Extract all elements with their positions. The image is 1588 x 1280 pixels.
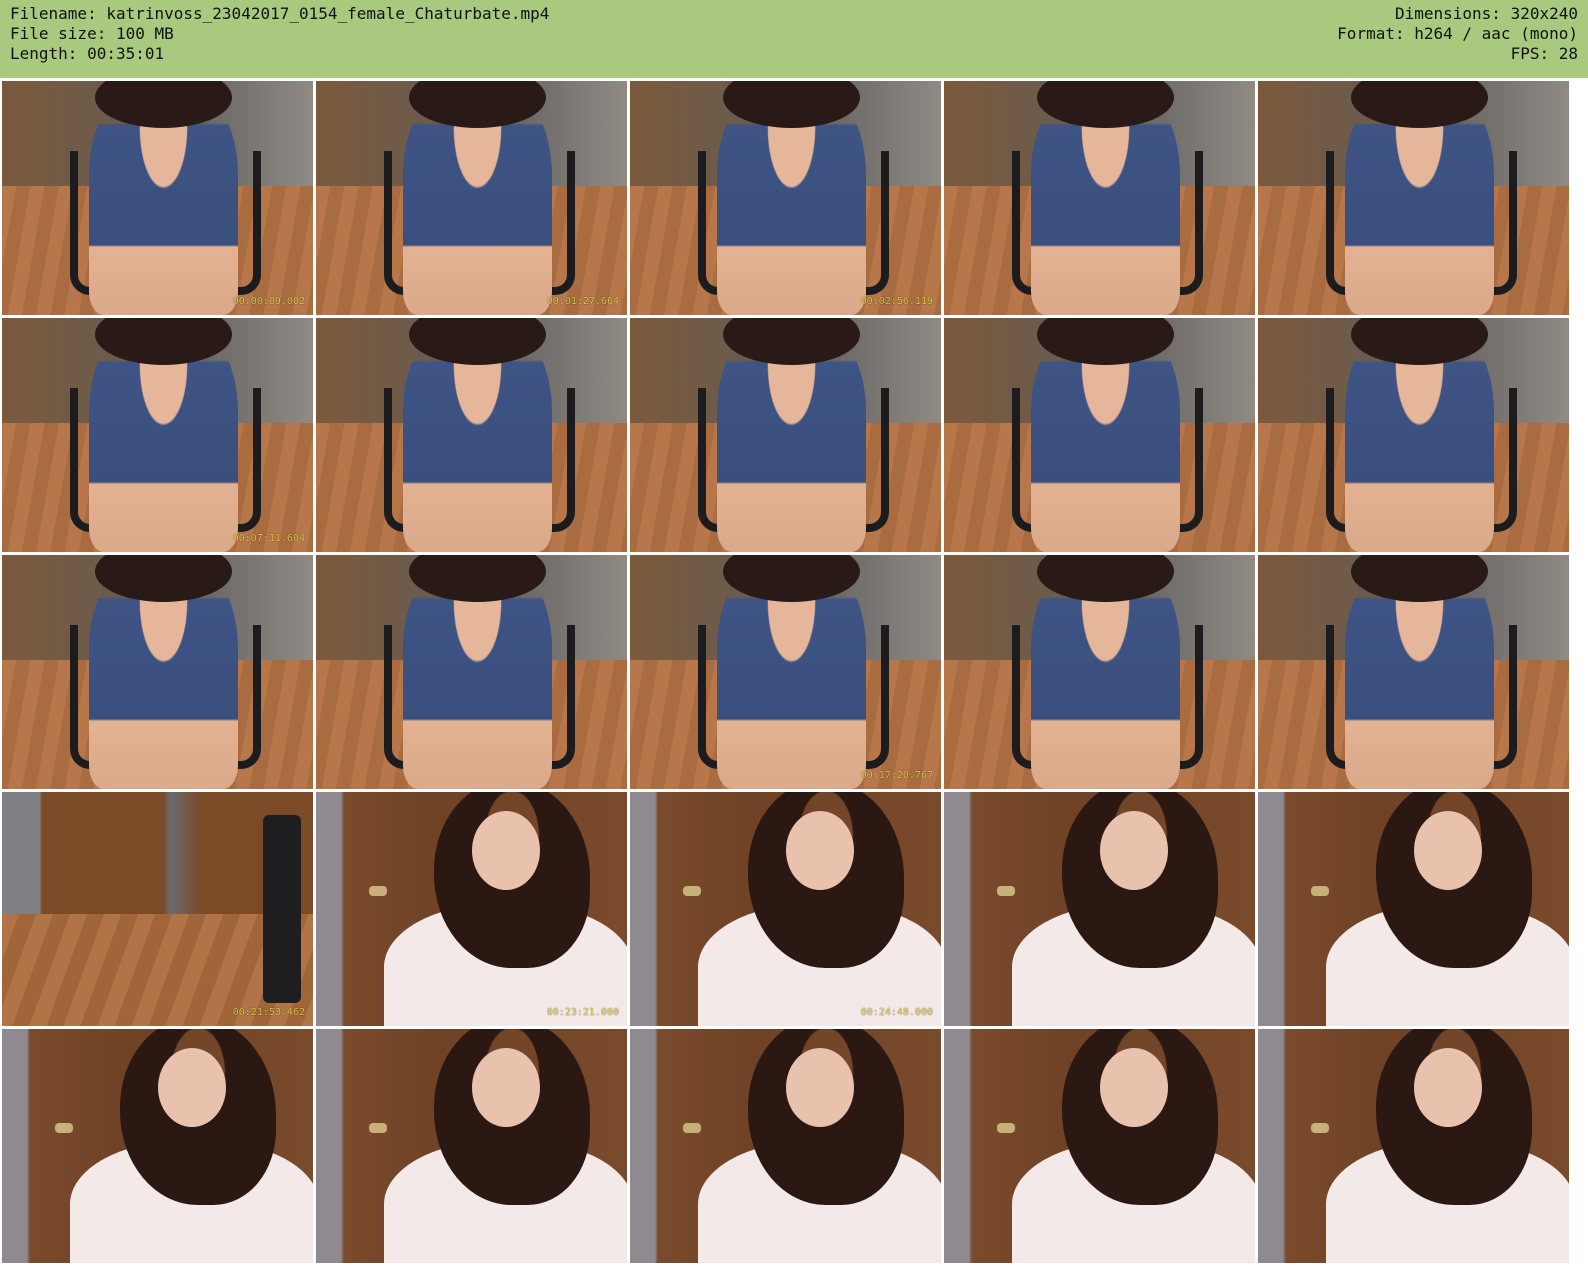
video-frame-thumbnail xyxy=(1258,81,1569,315)
video-frame-thumbnail xyxy=(316,1029,627,1263)
video-frame-thumbnail: 00:07:11.604 xyxy=(2,318,313,552)
frame-face xyxy=(1099,810,1168,891)
filesize-text: File size: 100 MB xyxy=(10,24,174,43)
video-frame-thumbnail xyxy=(630,1029,941,1263)
frame-face xyxy=(1099,1047,1168,1128)
format-text: Format: h264 / aac (mono) xyxy=(1337,24,1578,43)
frame-face xyxy=(471,1047,540,1128)
video-frame-thumbnail: 00:23:21.000 xyxy=(316,792,627,1026)
info-left-column: Filename: katrinvoss_23042017_0154_femal… xyxy=(10,4,549,64)
filename-text: Filename: katrinvoss_23042017_0154_femal… xyxy=(10,4,550,23)
frame-door-knob xyxy=(996,885,1015,896)
video-frame-thumbnail: 00:17:20.767 xyxy=(630,555,941,789)
frame-timestamp: 00:02:56.119 xyxy=(860,296,933,307)
video-frame-thumbnail xyxy=(944,318,1255,552)
video-frame-thumbnail xyxy=(1258,792,1569,1026)
video-frame-thumbnail xyxy=(1258,1029,1569,1263)
frame-timestamp: 00:17:20.767 xyxy=(860,770,933,781)
frame-door-knob xyxy=(682,1122,701,1133)
video-frame-thumbnail xyxy=(316,318,627,552)
video-frame-thumbnail: 00:01:27.664 xyxy=(316,81,627,315)
video-frame-thumbnail xyxy=(1258,555,1569,789)
frame-timestamp: 00:01:27.664 xyxy=(546,296,619,307)
frame-timestamp: 00:07:11.604 xyxy=(232,533,305,544)
frame-door-knob xyxy=(368,885,387,896)
frame-door-knob xyxy=(1310,1122,1329,1133)
video-frame-thumbnail: 00:24:48.000 xyxy=(630,792,941,1026)
video-frame-thumbnail xyxy=(944,1029,1255,1263)
length-text: Length: 00:35:01 xyxy=(10,44,165,63)
frame-face xyxy=(1413,1047,1482,1128)
video-frame-thumbnail: 00:00:09.002 xyxy=(2,81,313,315)
fps-text: FPS: 28 xyxy=(1510,44,1578,63)
frame-timestamp: 00:00:09.002 xyxy=(232,296,305,307)
frame-seat xyxy=(263,815,301,1003)
frame-door-knob xyxy=(682,885,701,896)
video-frame-thumbnail xyxy=(630,318,941,552)
video-frame-thumbnail xyxy=(944,792,1255,1026)
dimensions-text: Dimensions: 320x240 xyxy=(1394,4,1578,23)
video-frame-thumbnail xyxy=(2,555,313,789)
frame-door-knob xyxy=(1310,885,1329,896)
frame-face xyxy=(157,1047,226,1128)
frame-face xyxy=(785,810,854,891)
video-frame-thumbnail xyxy=(944,555,1255,789)
contact-sheet: Filename: katrinvoss_23042017_0154_femal… xyxy=(0,0,1588,1280)
video-frame-thumbnail: 00:21:53.462 xyxy=(2,792,313,1026)
frame-face xyxy=(471,810,540,891)
video-frame-thumbnail xyxy=(316,555,627,789)
frame-door-knob xyxy=(996,1122,1015,1133)
frame-face xyxy=(785,1047,854,1128)
frame-timestamp: 00:24:48.000 xyxy=(860,1007,933,1018)
video-frame-thumbnail xyxy=(944,81,1255,315)
video-frame-thumbnail xyxy=(1258,318,1569,552)
frame-face xyxy=(1413,810,1482,891)
frame-door-knob xyxy=(54,1122,73,1133)
frame-timestamp: 00:21:53.462 xyxy=(232,1007,305,1018)
video-info-header: Filename: katrinvoss_23042017_0154_femal… xyxy=(0,0,1588,78)
info-right-column: Dimensions: 320x240 Format: h264 / aac (… xyxy=(1337,4,1578,64)
video-frame-thumbnail xyxy=(2,1029,313,1263)
thumbnail-grid: 00:00:09.002 00:01:27.664 00:02:56.119 00:0… xyxy=(2,81,1588,1280)
frame-door-knob xyxy=(368,1122,387,1133)
frame-timestamp: 00:23:21.000 xyxy=(546,1007,619,1018)
video-frame-thumbnail: 00:02:56.119 xyxy=(630,81,941,315)
